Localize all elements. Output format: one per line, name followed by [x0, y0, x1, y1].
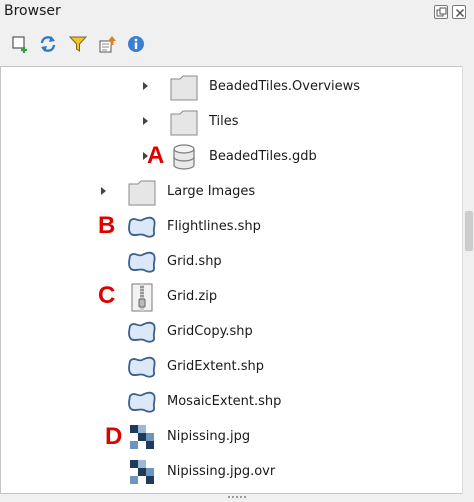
- tree-item-label: BeadedTiles.Overviews: [209, 79, 361, 94]
- close-panel-button[interactable]: [452, 5, 466, 19]
- tree-item-grid-zip[interactable]: Grid.zip: [1, 279, 462, 314]
- tree-item-flightlines-shp[interactable]: Flightlines.shp: [1, 209, 462, 244]
- browser-toolbar: [0, 28, 474, 58]
- close-icon: [455, 8, 465, 18]
- tree-item-label: Grid.zip: [167, 289, 218, 304]
- tree-item-nipissing-jpg-ovr[interactable]: Nipissing.jpg.ovr: [1, 454, 462, 489]
- browser-panel: Browser BeadedTiles.Overviews Tiles Bead…: [0, 0, 474, 502]
- vector-layer-icon: [128, 391, 156, 413]
- annotation-marker-c: C: [98, 282, 116, 309]
- collapse-all-button[interactable]: [98, 34, 118, 54]
- collapse-all-icon: [99, 36, 116, 53]
- database-icon: [173, 144, 195, 170]
- tree-item-label: GridExtent.shp: [167, 359, 265, 374]
- tree-item-mosaicextent-shp[interactable]: MosaicExtent.shp: [1, 384, 462, 419]
- vector-layer-icon: [128, 216, 156, 238]
- resize-grip[interactable]: [228, 496, 246, 500]
- raster-layer-icon: [130, 460, 154, 484]
- filter-icon: [68, 36, 88, 52]
- tree-item-label: Flightlines.shp: [167, 219, 261, 234]
- scrollbar-thumb[interactable]: [465, 211, 473, 251]
- tree-item-label: MosaicExtent.shp: [167, 394, 282, 409]
- tree-item-label: Nipissing.jpg: [167, 429, 251, 444]
- vector-layer-icon: [128, 251, 156, 273]
- tree-item-label: GridCopy.shp: [167, 324, 253, 339]
- tree-item-large-images[interactable]: Large Images: [1, 174, 462, 209]
- tree-scrollbar[interactable]: [462, 66, 474, 494]
- vector-layer-icon: [128, 321, 156, 343]
- browser-tree[interactable]: BeadedTiles.Overviews Tiles BeadedTiles.…: [0, 66, 462, 494]
- folder-icon: [170, 110, 198, 136]
- tree-item-gridcopy-shp[interactable]: GridCopy.shp: [1, 314, 462, 349]
- raster-layer-icon: [130, 425, 154, 449]
- tree-item-label: Large Images: [167, 184, 256, 199]
- info-icon: [128, 36, 144, 52]
- float-icon: [436, 7, 447, 17]
- annotation-marker-d: D: [105, 423, 123, 450]
- tree-item-tiles[interactable]: Tiles: [1, 104, 462, 139]
- panel-title: Browser: [4, 3, 61, 19]
- refresh-icon: [40, 36, 56, 52]
- tree-item-label: Nipissing.jpg.ovr: [167, 464, 276, 479]
- expand-arrow-icon[interactable]: [101, 187, 106, 195]
- tree-item-beadedtiles-gdb[interactable]: BeadedTiles.gdb: [1, 139, 462, 174]
- filter-button[interactable]: [68, 34, 88, 54]
- panel-titlebar: Browser: [0, 0, 474, 26]
- folder-icon: [128, 180, 156, 206]
- annotation-marker-b: B: [98, 212, 116, 239]
- tree-item-grid-shp[interactable]: Grid.shp: [1, 244, 462, 279]
- add-layer-button[interactable]: [10, 34, 30, 54]
- folder-icon: [170, 75, 198, 101]
- add-layer-icon: [12, 36, 27, 53]
- tree-item-beadedtiles-overviews[interactable]: BeadedTiles.Overviews: [1, 69, 462, 104]
- tree-item-gridextent-shp[interactable]: GridExtent.shp: [1, 349, 462, 384]
- expand-arrow-icon[interactable]: [143, 82, 148, 90]
- tree-item-label: BeadedTiles.gdb: [209, 149, 317, 164]
- properties-button[interactable]: [126, 34, 146, 54]
- tree-item-nipissing-jpg[interactable]: Nipissing.jpg: [1, 419, 462, 454]
- expand-arrow-icon[interactable]: [143, 117, 148, 125]
- refresh-button[interactable]: [38, 34, 58, 54]
- tree-item-label: Grid.shp: [167, 254, 222, 269]
- vector-layer-icon: [128, 356, 156, 378]
- float-panel-button[interactable]: [434, 5, 448, 19]
- tree-item-label: Tiles: [209, 114, 239, 129]
- zip-archive-icon: [131, 283, 153, 312]
- annotation-marker-a: A: [147, 142, 165, 169]
